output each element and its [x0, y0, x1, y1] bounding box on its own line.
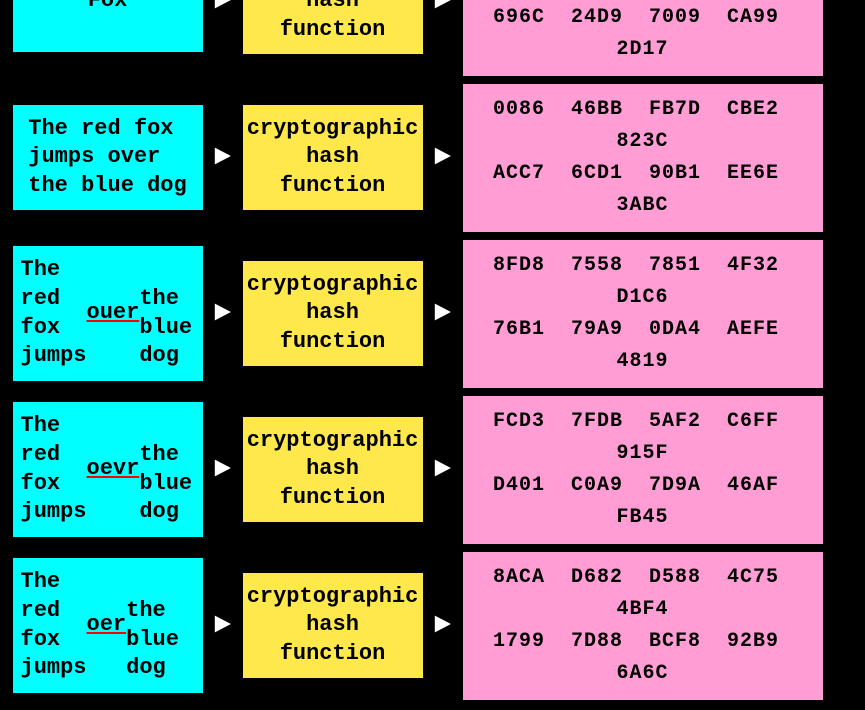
input-fox: Fox — [13, 0, 203, 52]
arrow-7: ► — [203, 454, 243, 485]
output-2: 0086 46BB FB7D CBE2 823C ACC7 6CD1 90B1 … — [463, 84, 823, 232]
arrow-6: ► — [423, 298, 463, 329]
output-5: 8ACA D682 D588 4C75 4BF4 1799 7D88 BCF8 … — [463, 552, 823, 700]
row-2: The red fox jumps over the blue dog ► cr… — [13, 84, 853, 232]
input-sentence-4: The red foxjumps oerthe blue dog — [13, 558, 203, 692]
main-container: Fox ► cryptographichashfunction ► DFCD 3… — [3, 0, 863, 710]
output-4: FCD3 7FDB 5AF2 C6FF 915F D401 C0A9 7D9A … — [463, 396, 823, 544]
hash-box-3: cryptographichashfunction — [243, 261, 423, 367]
row-4: The red foxjumps oevrthe blue dog ► cryp… — [13, 396, 853, 544]
arrow-4: ► — [423, 142, 463, 173]
hash-box-1: cryptographichashfunction — [243, 0, 423, 54]
hash-box-4: cryptographichashfunction — [243, 417, 423, 523]
row-5: The red foxjumps oerthe blue dog ► crypt… — [13, 552, 853, 700]
arrow-10: ► — [423, 610, 463, 641]
arrow-3: ► — [203, 142, 243, 173]
input-sentence-3: The red foxjumps oevrthe blue dog — [13, 402, 203, 536]
row-1: Fox ► cryptographichashfunction ► DFCD 3… — [13, 0, 853, 76]
output-1: DFCD 3454 BBEA 788A 751A 696C 24D9 7009 … — [463, 0, 823, 76]
hash-box-5: cryptographichashfunction — [243, 573, 423, 679]
arrow-8: ► — [423, 454, 463, 485]
arrow-1: ► — [203, 0, 243, 17]
arrow-2: ► — [423, 0, 463, 17]
input-sentence-2: The red foxjumps ouerthe blue dog — [13, 246, 203, 380]
hash-box-2: cryptographichashfunction — [243, 105, 423, 211]
arrow-9: ► — [203, 610, 243, 641]
row-3: The red foxjumps ouerthe blue dog ► cryp… — [13, 240, 853, 388]
arrow-5: ► — [203, 298, 243, 329]
output-3: 8FD8 7558 7851 4F32 D1C6 76B1 79A9 0DA4 … — [463, 240, 823, 388]
input-sentence-1: The red fox jumps over the blue dog — [13, 105, 203, 211]
